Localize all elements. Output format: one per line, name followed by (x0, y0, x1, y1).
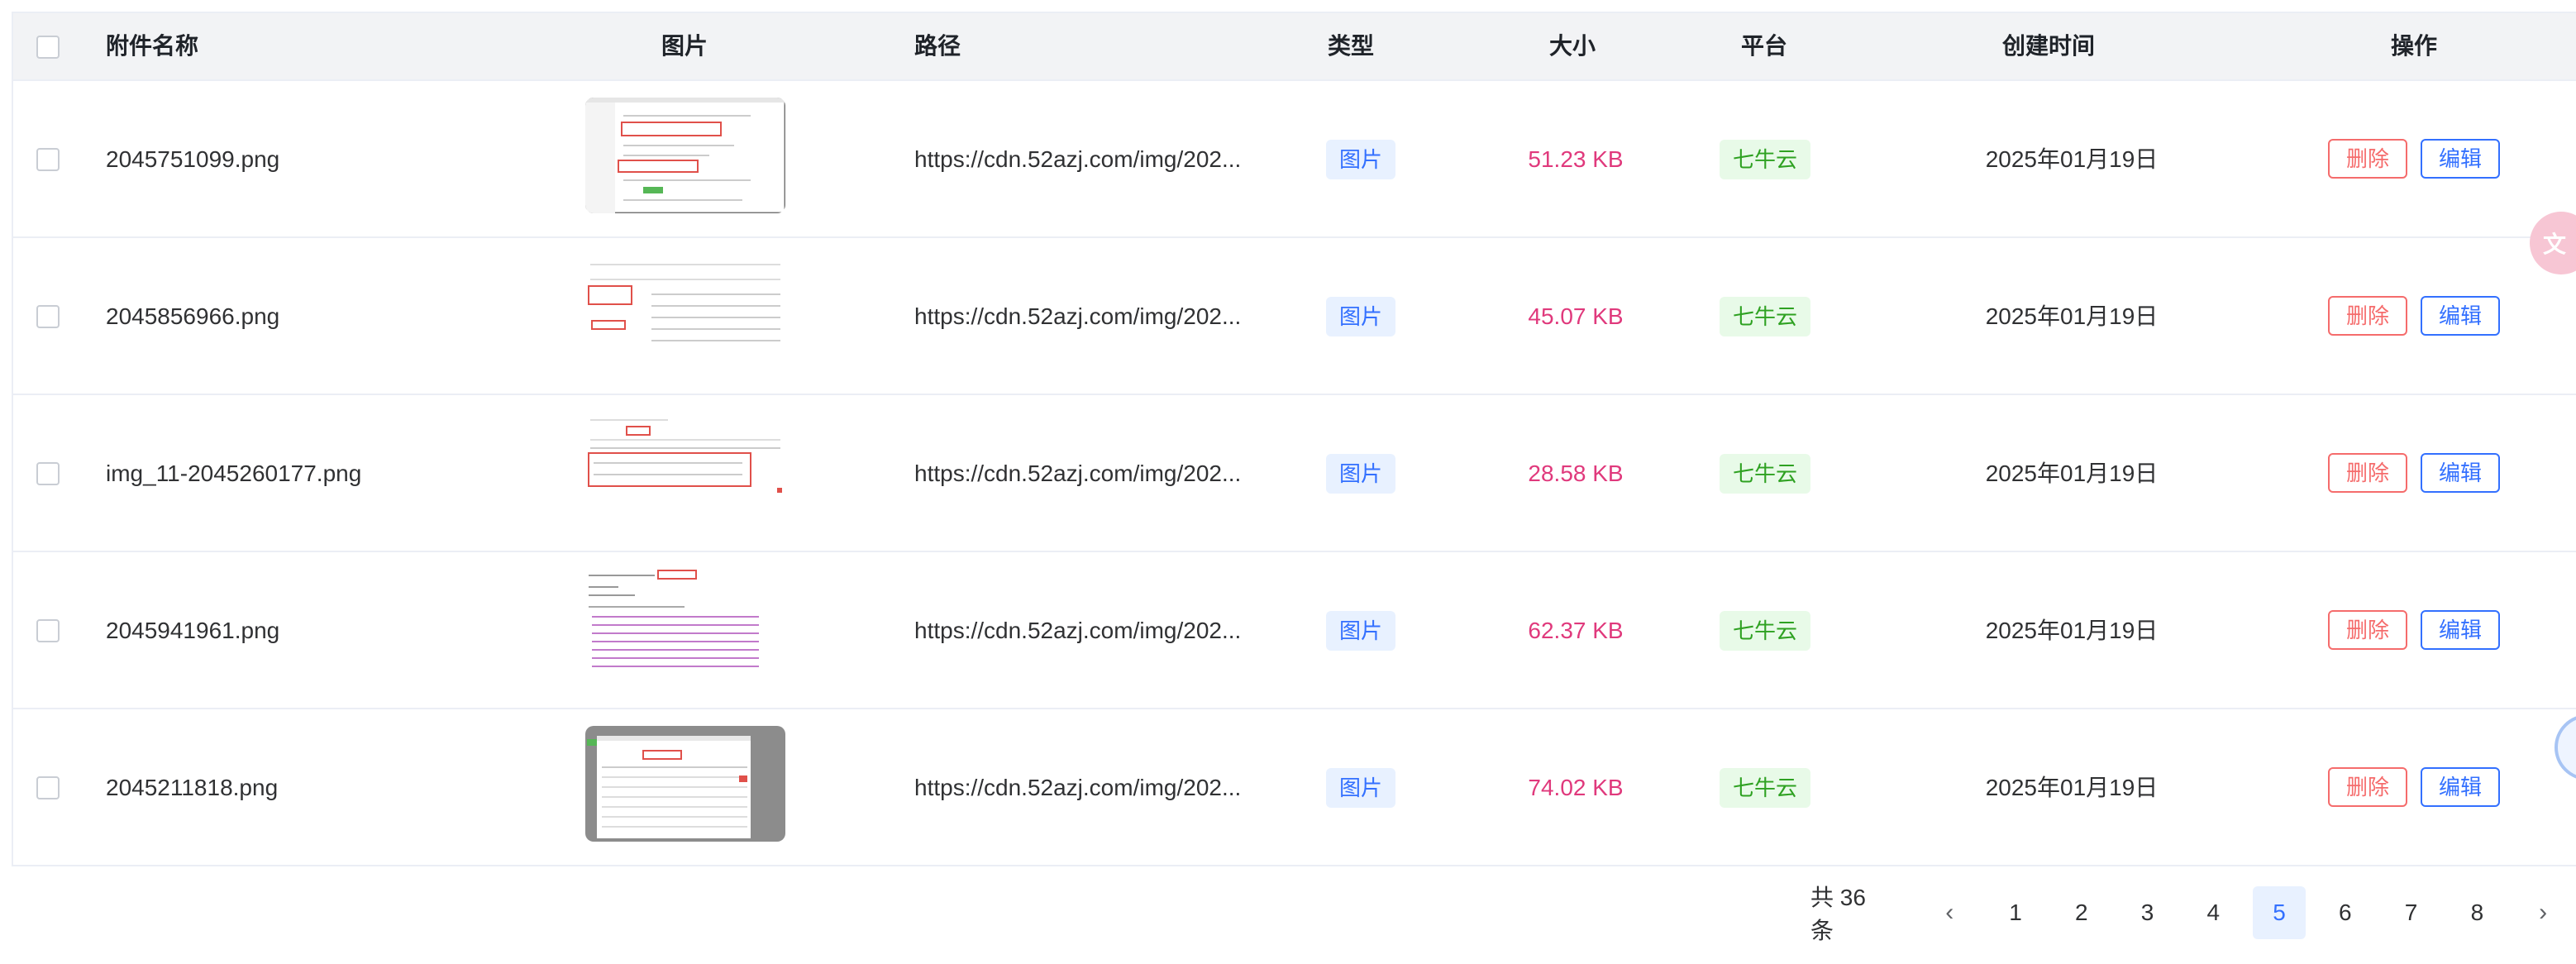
page-7[interactable]: 7 (2385, 886, 2438, 939)
chevron-right-icon[interactable]: › (2516, 886, 2569, 939)
attachment-name: 2045751099.png (106, 146, 280, 172)
delete-button[interactable]: 删除 (2328, 139, 2408, 179)
image-thumbnail[interactable] (585, 726, 785, 842)
row-checkbox[interactable] (36, 619, 60, 642)
row-checkbox[interactable] (36, 305, 60, 328)
type-tag: 图片 (1326, 297, 1396, 336)
header-type: 类型 (1328, 33, 1375, 59)
platform-tag: 七牛云 (1720, 454, 1811, 494)
table-row: img_11-2045260177.png https://cdn.52azj.… (13, 395, 2576, 552)
table-row: 2045751099.png https://cdn.52azj.com/img… (13, 81, 2576, 238)
pagination: 共 36 条 ‹ 1 2 3 4 5 6 7 8 › (1810, 885, 2576, 943)
created-time: 2025年01月19日 (1985, 303, 2159, 329)
page-6[interactable]: 6 (2319, 886, 2372, 939)
attachment-size: 51.23 KB (1528, 146, 1624, 172)
attachment-path[interactable]: https://cdn.52azj.com/img/202... (914, 300, 1270, 333)
delete-button[interactable]: 删除 (2328, 296, 2408, 336)
image-thumbnail[interactable] (585, 98, 785, 213)
created-time: 2025年01月19日 (1985, 461, 2159, 486)
created-time: 2025年01月19日 (1985, 775, 2159, 800)
type-tag: 图片 (1326, 768, 1396, 808)
header-actions: 操作 (2391, 33, 2438, 59)
attachment-name: img_11-2045260177.png (106, 461, 362, 486)
type-tag: 图片 (1326, 454, 1396, 494)
delete-button[interactable]: 删除 (2328, 767, 2408, 807)
edit-button[interactable]: 编辑 (2421, 453, 2501, 493)
page-4[interactable]: 4 (2187, 886, 2240, 939)
pagination-total: 共 36 条 (1810, 885, 1866, 943)
table-row: 2045211818.png https://cdn.52azj.com/img… (13, 709, 2576, 866)
created-time: 2025年01月19日 (1985, 618, 2159, 643)
header-path: 路径 (914, 33, 961, 59)
platform-tag: 七牛云 (1720, 140, 1811, 179)
page-1[interactable]: 1 (1989, 886, 2042, 939)
type-tag: 图片 (1326, 611, 1396, 651)
attachment-name: 2045941961.png (106, 618, 280, 643)
image-thumbnail[interactable] (585, 412, 785, 527)
page-3[interactable]: 3 (2121, 886, 2174, 939)
type-tag: 图片 (1326, 140, 1396, 179)
table-row: 2045941961.png https://cdn.52azj.com/img… (13, 552, 2576, 709)
image-thumbnail[interactable] (585, 255, 785, 370)
select-all-checkbox[interactable] (36, 36, 60, 59)
header-platform: 平台 (1741, 33, 1788, 59)
table-row: 2045856966.png https://cdn.52azj.com/img… (13, 238, 2576, 395)
edit-button[interactable]: 编辑 (2421, 139, 2501, 179)
edit-button[interactable]: 编辑 (2421, 296, 2501, 336)
table-header: 附件名称 图片 路径 类型 大小 平台 创建时间 操作 (13, 13, 2576, 81)
row-checkbox[interactable] (36, 776, 60, 799)
attachment-size: 28.58 KB (1528, 461, 1624, 486)
header-created: 创建时间 (2002, 33, 2096, 59)
delete-button[interactable]: 删除 (2328, 453, 2408, 493)
attachment-size: 74.02 KB (1528, 775, 1624, 800)
platform-tag: 七牛云 (1720, 611, 1811, 651)
header-image: 图片 (661, 33, 708, 59)
page-5[interactable]: 5 (2253, 886, 2306, 939)
attachment-path[interactable]: https://cdn.52azj.com/img/202... (914, 614, 1270, 647)
page-8[interactable]: 8 (2450, 886, 2503, 939)
row-checkbox[interactable] (36, 462, 60, 485)
edit-button[interactable]: 编辑 (2421, 767, 2501, 807)
platform-tag: 七牛云 (1720, 297, 1811, 336)
created-time: 2025年01月19日 (1985, 146, 2159, 172)
attachment-name: 2045211818.png (106, 775, 279, 800)
row-checkbox[interactable] (36, 148, 60, 171)
delete-button[interactable]: 删除 (2328, 610, 2408, 650)
attachment-path[interactable]: https://cdn.52azj.com/img/202... (914, 457, 1270, 490)
attachment-size: 62.37 KB (1528, 618, 1624, 643)
image-thumbnail[interactable] (585, 569, 785, 685)
header-size: 大小 (1549, 33, 1596, 59)
platform-tag: 七牛云 (1720, 768, 1811, 808)
attachments-table: 附件名称 图片 路径 类型 大小 平台 创建时间 操作 2045751099.p… (12, 12, 2576, 866)
header-name: 附件名称 (106, 33, 199, 59)
page-2[interactable]: 2 (2055, 886, 2108, 939)
attachment-path[interactable]: https://cdn.52azj.com/img/202... (914, 771, 1270, 804)
chevron-left-icon[interactable]: ‹ (1923, 886, 1976, 939)
attachment-path[interactable]: https://cdn.52azj.com/img/202... (914, 143, 1270, 176)
attachment-size: 45.07 KB (1528, 303, 1624, 329)
edit-button[interactable]: 编辑 (2421, 610, 2501, 650)
attachment-name: 2045856966.png (106, 303, 280, 329)
